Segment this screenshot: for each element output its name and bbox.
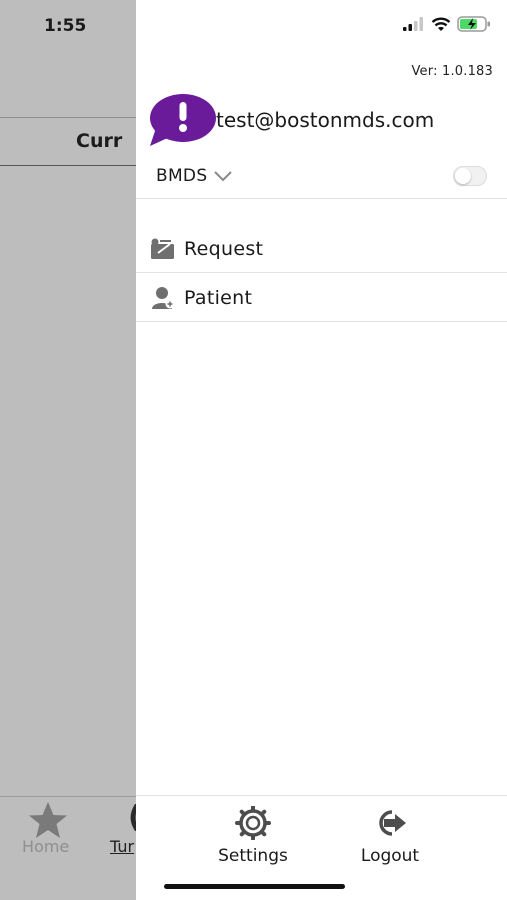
background-app: 1:55 Curr Home ( Tur — [0, 0, 136, 900]
organization-label: BMDS — [156, 166, 208, 186]
clock-icon: ( — [128, 800, 136, 835]
signal-icon — [403, 17, 423, 31]
star-icon — [29, 802, 67, 838]
gear-icon — [235, 805, 271, 841]
footer-divider — [136, 795, 507, 796]
logout-label: Logout — [360, 846, 420, 866]
divider — [0, 117, 136, 118]
menu-item-label: Patient — [184, 286, 253, 309]
logout-button[interactable]: Logout — [345, 806, 435, 866]
side-drawer: Ver: 1.0.183 test@bostonmds.com BMDS Req… — [136, 0, 507, 900]
background-heading: Curr — [76, 130, 123, 152]
tab-home-label: Home — [22, 837, 70, 856]
menu-item-patient[interactable]: Patient — [136, 273, 507, 322]
chevron-down-icon — [214, 171, 233, 182]
tab-turnaround-label[interactable]: Tur — [110, 837, 134, 856]
divider — [0, 165, 136, 166]
settings-toggle[interactable] — [453, 166, 487, 186]
user-email: test@bostonmds.com — [216, 108, 435, 132]
divider — [136, 321, 507, 322]
status-time: 1:55 — [44, 16, 87, 36]
request-icon — [150, 236, 176, 262]
alert-bubble-icon — [150, 94, 216, 146]
app-version: Ver: 1.0.183 — [411, 64, 493, 79]
status-bar-icons — [403, 16, 491, 32]
home-indicator — [164, 884, 345, 889]
logout-icon — [379, 810, 406, 836]
settings-button[interactable]: Settings — [208, 805, 298, 866]
settings-label: Settings — [218, 846, 288, 866]
patient-icon — [150, 285, 176, 311]
menu-item-label: Request — [184, 237, 264, 260]
menu-item-request[interactable]: Request — [136, 224, 507, 273]
organization-selector[interactable]: BMDS — [156, 166, 233, 186]
wifi-icon — [431, 17, 451, 31]
divider — [136, 198, 507, 199]
battery-icon — [457, 16, 490, 32]
toggle-knob — [455, 168, 471, 184]
